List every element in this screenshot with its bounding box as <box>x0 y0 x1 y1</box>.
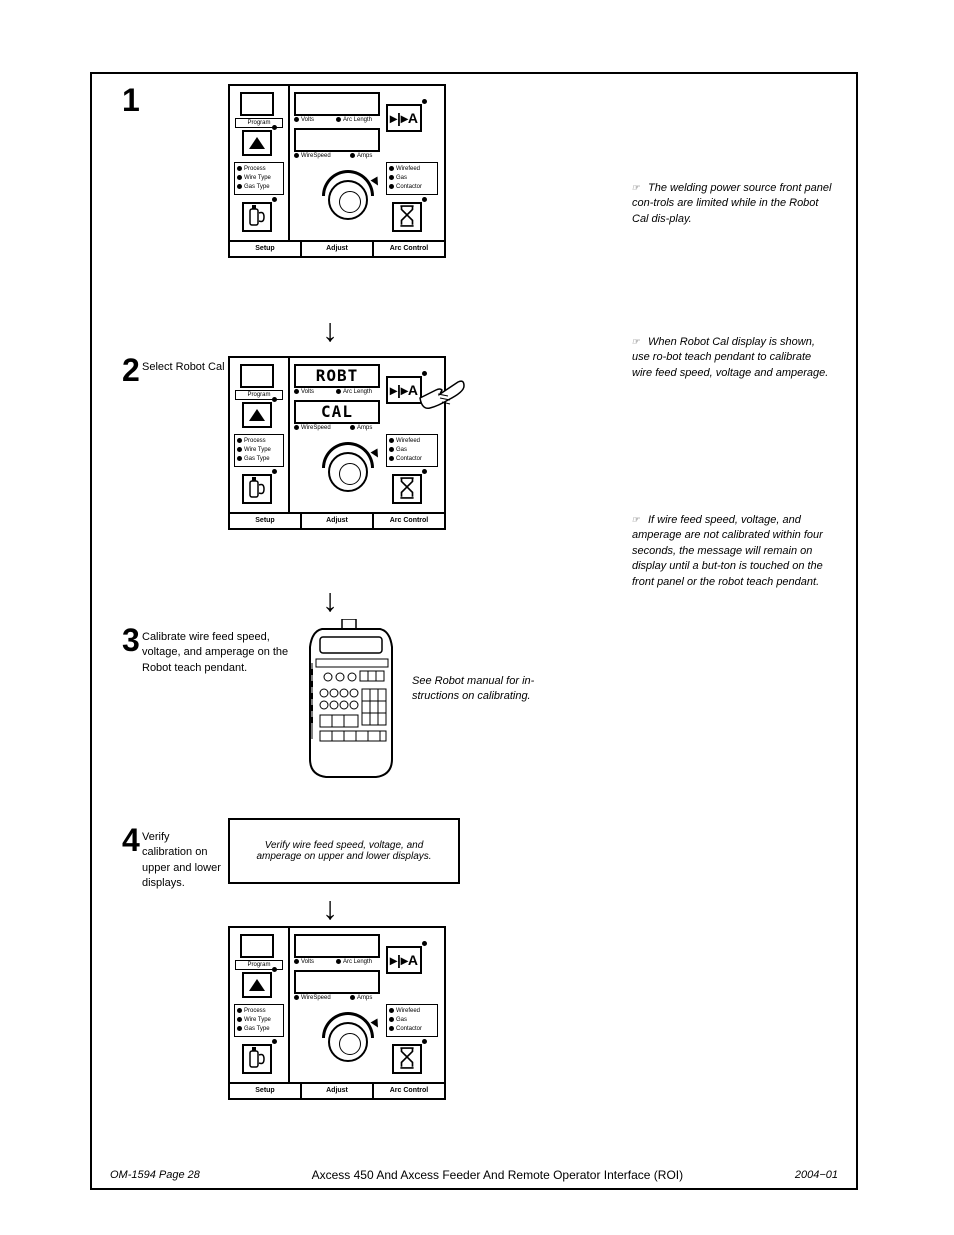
footer-arccontrol: Arc Control <box>372 242 444 256</box>
upper-display <box>294 92 380 116</box>
panel-step2: Program Process Wire Type Gas Type ROBT … <box>228 356 446 530</box>
aux-box: Wirefeed Gas Contactor <box>386 1004 438 1037</box>
footer-mid: Axcess 450 And Axcess Feeder And Remote … <box>312 1168 684 1182</box>
footer-setup: Setup <box>230 1084 300 1098</box>
volts-amps-button[interactable]: ▸|▸A <box>386 946 422 974</box>
gas-purge-button[interactable] <box>242 1044 272 1074</box>
step2-marker: 2 <box>122 352 140 389</box>
panel-step1: Program Process Wire Type Gas Type Volts… <box>228 84 446 258</box>
note-pointer-icon: ☞ <box>632 180 648 195</box>
lower-display <box>294 128 380 152</box>
process-box: Process Wire Type Gas Type <box>234 434 284 467</box>
gas-cylinder-icon <box>248 205 266 230</box>
program-display <box>240 364 274 388</box>
teach-pendant-illustration <box>302 619 402 779</box>
note-pointer-icon: ☞ <box>632 334 648 349</box>
process-box: Process Wire Type Gas Type <box>234 1004 284 1037</box>
footer-setup: Setup <box>230 514 300 528</box>
volts-amps-button[interactable]: ▸|▸A <box>386 376 422 404</box>
lower-display: CAL <box>294 400 380 424</box>
lower-display <box>294 970 380 994</box>
program-up-button[interactable] <box>242 972 272 998</box>
step3-caption: Calibrate wire feed speed, voltage, and … <box>142 630 292 676</box>
gas-cylinder-icon <box>248 477 266 502</box>
hourglass-button[interactable] <box>392 202 422 232</box>
footer-arccontrol: Arc Control <box>372 1084 444 1098</box>
program-display <box>240 934 274 958</box>
hourglass-icon <box>398 205 416 230</box>
gas-purge-button[interactable] <box>242 202 272 232</box>
page-footer: OM-1594 Page 28 Axcess 450 And Axcess Fe… <box>92 1162 856 1188</box>
footer-setup: Setup <box>230 242 300 256</box>
program-up-button[interactable] <box>242 402 272 428</box>
note-3: ☞If wire feed speed, voltage, and ampera… <box>632 512 832 590</box>
footer-arccontrol: Arc Control <box>372 514 444 528</box>
adjust-knob[interactable] <box>318 440 378 500</box>
adjust-knob[interactable] <box>318 1010 378 1070</box>
step1-marker: 1 <box>122 82 140 119</box>
step4-marker: 4 <box>122 822 140 859</box>
note-1: ☞The welding power source front panel co… <box>632 180 832 227</box>
program-up-button[interactable] <box>242 130 272 156</box>
hourglass-button[interactable] <box>392 474 422 504</box>
upper-display <box>294 934 380 958</box>
program-display <box>240 92 274 116</box>
down-arrow-icon: ↓ <box>322 890 338 927</box>
hourglass-button[interactable] <box>392 1044 422 1074</box>
panel-step4: Program Process Wire Type Gas Type Volts… <box>228 926 446 1100</box>
footer-right: 2004−01 <box>795 1169 838 1181</box>
upper-display: ROBT <box>294 364 380 388</box>
pointing-hand-icon <box>418 380 466 417</box>
down-arrow-icon: ↓ <box>322 582 338 619</box>
down-arrow-icon: ↓ <box>322 312 338 349</box>
hourglass-icon <box>398 477 416 502</box>
gas-cylinder-icon <box>248 1047 266 1072</box>
process-box: Process Wire Type Gas Type <box>234 162 284 195</box>
adjust-knob[interactable] <box>318 168 378 228</box>
pendant-note: See Robot manual for in-structions on ca… <box>412 674 562 705</box>
note-2: ☞When Robot Cal display is shown, use ro… <box>632 334 832 381</box>
volts-amps-button[interactable]: ▸|▸A <box>386 104 422 132</box>
footer-adjust: Adjust <box>300 514 372 528</box>
footer-adjust: Adjust <box>300 1084 372 1098</box>
aux-box: Wirefeed Gas Contactor <box>386 162 438 195</box>
aux-box: Wirefeed Gas Contactor <box>386 434 438 467</box>
gas-purge-button[interactable] <box>242 474 272 504</box>
hourglass-icon <box>398 1047 416 1072</box>
note-pointer-icon: ☞ <box>632 512 648 527</box>
footer-adjust: Adjust <box>300 242 372 256</box>
verify-box: Verify wire feed speed, voltage, and amp… <box>228 818 460 884</box>
step4-caption: Verify calibration on upper and lower di… <box>142 830 222 892</box>
footer-left: OM-1594 Page 28 <box>110 1169 200 1181</box>
step3-marker: 3 <box>122 622 140 659</box>
